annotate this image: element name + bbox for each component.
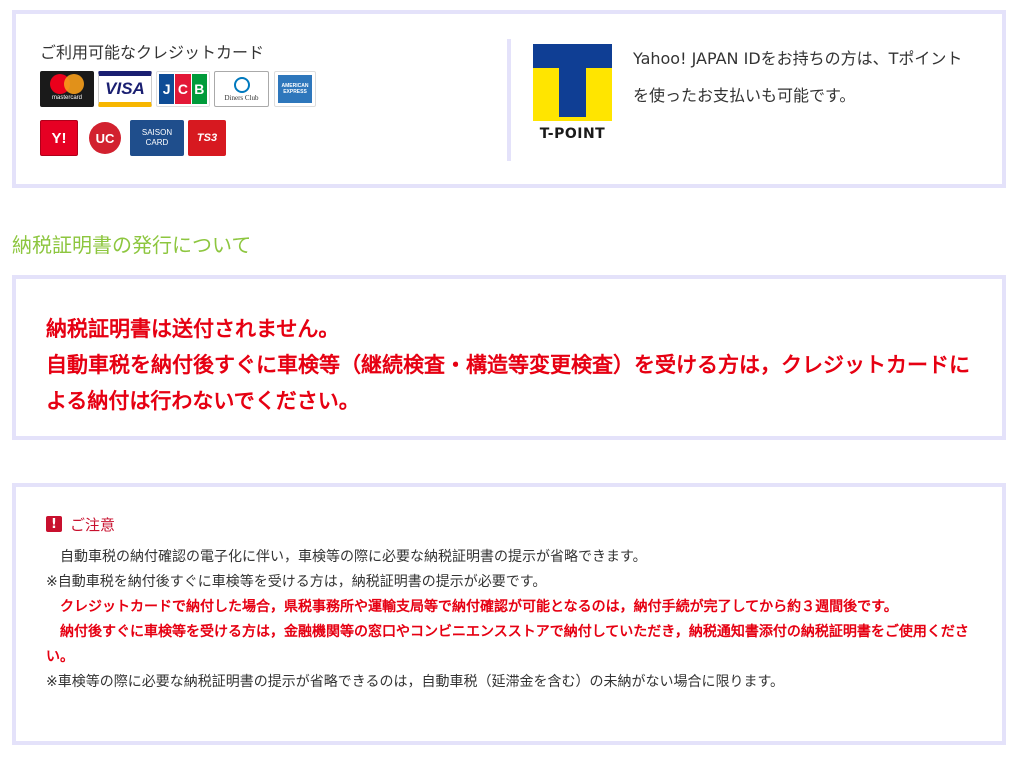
amex-text: AMERICAN EXPRESS: [281, 83, 309, 95]
mastercard-text: mastercard: [51, 94, 82, 101]
ts3-text: TS3: [196, 132, 218, 144]
uc-card-logo: UC: [86, 120, 124, 156]
uc-text: UC: [95, 130, 115, 146]
visa-text: VISA: [105, 79, 145, 98]
jcb-logo: J C B: [156, 71, 210, 107]
exclamation-icon: !: [46, 516, 62, 532]
t-point-logo-label: T-POINT: [533, 121, 612, 148]
saison-card-logo: SAISON CARD: [130, 120, 184, 156]
t-point-logo: T-POINT: [533, 44, 612, 148]
caution-box: ! ご注意 自動車税の納付確認の電子化に伴い，車検等の際に必要な納税証明書の提示…: [12, 483, 1006, 745]
notice-box: 納税証明書は送付されません。 自動車税を納付後すぐに車検等（継続検査・構造等変更…: [12, 275, 1006, 440]
notice-line-2: 自動車税を納付後すぐに車検等（継続検査・構造等変更検査）を受ける方は，クレジット…: [46, 353, 970, 413]
cards-title: ご利用可能なクレジットカード: [40, 43, 265, 62]
caution-header: ! ご注意: [46, 515, 116, 534]
ts3-card-logo: TS3: [188, 120, 226, 156]
t-point-logo-stem: [559, 68, 586, 117]
notice-line-1: 納税証明書は送付されません。: [46, 317, 340, 341]
caution-body: 自動車税の納付確認の電子化に伴い，車検等の際に必要な納税証明書の提示が省略できま…: [46, 545, 996, 695]
caution-paragraph-4: 納付後すぐに車検等を受ける方は，金融機関等の窓口やコンビニエンスストアで納付して…: [46, 624, 969, 665]
diners-club-logo: Diners Club: [214, 71, 269, 107]
t-point-description: Yahoo! JAPAN IDをお持ちの方は、Tポイントを使ったお支払いも可能で…: [633, 49, 963, 105]
saison-text: SAISON CARD: [141, 128, 173, 147]
payment-methods-box: ご利用可能なクレジットカード mastercard VISA J C B Din…: [12, 10, 1006, 188]
caution-title: ご注意: [70, 515, 116, 534]
yahoo-card-logo: Y!: [40, 120, 78, 156]
visa-logo: VISA: [98, 71, 152, 107]
t-point-logo-bar: [533, 44, 612, 68]
caution-paragraph-1: 自動車税の納付確認の電子化に伴い，車検等の際に必要な納税証明書の提示が省略できま…: [46, 549, 647, 565]
yahoo-text: Y!: [51, 129, 67, 147]
caution-paragraph-3: クレジットカードで納付した場合，県税事務所や運輸支局等で納付確認が可能となるのは…: [46, 599, 898, 615]
notice-text: 納税証明書は送付されません。 自動車税を納付後すぐに車検等（継続検査・構造等変更…: [46, 311, 986, 419]
section-heading: 納税証明書の発行について: [12, 233, 252, 257]
amex-logo: AMERICAN EXPRESS: [274, 71, 316, 107]
caution-paragraph-5: ※車検等の際に必要な納税証明書の提示が省略できるのは，自動車税（延滞金を含む）の…: [46, 674, 785, 690]
diners-text: Diners Club: [224, 93, 259, 102]
mastercard-logo: mastercard: [40, 71, 94, 107]
vertical-divider: [507, 39, 511, 161]
caution-paragraph-2: ※自動車税を納付後すぐに車検等を受ける方は，納税証明書の提示が必要です。: [46, 574, 547, 590]
